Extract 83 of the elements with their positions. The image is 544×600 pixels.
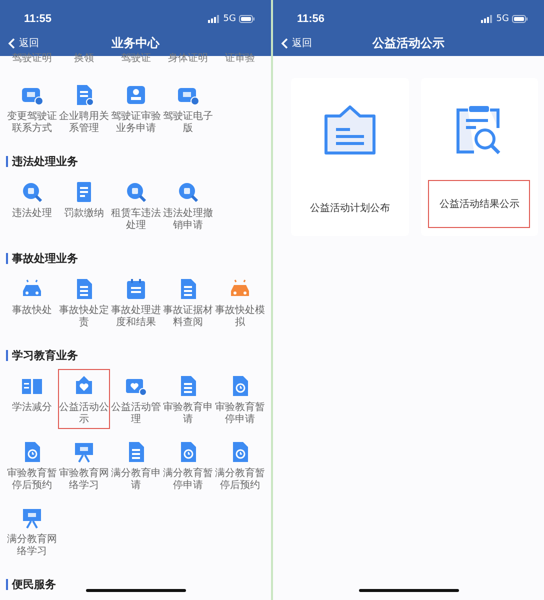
service-label: 违法处理: [11, 208, 53, 220]
notice-board-icon: [322, 104, 378, 156]
section-title: 学习教育业务: [12, 348, 78, 363]
card-label: 公益活动结果公示: [428, 180, 530, 228]
service-item[interactable]: 事故快处模拟: [214, 272, 266, 332]
screen-icon: [72, 440, 96, 464]
menu-card[interactable]: 公益活动计划公布: [291, 78, 408, 236]
back-button[interactable]: 返回: [6, 34, 41, 52]
service-item[interactable]: 违法处理撤销申请: [162, 175, 214, 235]
service-label: 公益活动管理: [111, 402, 161, 426]
search-icon: [176, 180, 200, 204]
battery-icon: [512, 15, 528, 23]
service-label: 驾驶证明: [11, 54, 53, 64]
service-label: 审验教育暂停申请: [215, 402, 265, 426]
signal-icon: [481, 15, 494, 23]
section-title: 违法处理业务: [12, 154, 78, 169]
service-label: 满分教育暂停申请: [163, 468, 213, 492]
service-item[interactable]: 满分教育申请: [110, 435, 162, 495]
service-label: 审验教育申请: [163, 402, 213, 426]
search-icon: [124, 180, 148, 204]
service-label: 驾驶证电子版: [163, 111, 213, 135]
service-item[interactable]: 驾驶证电子版: [162, 78, 214, 138]
service-label: 满分教育申请: [111, 468, 161, 492]
service-item[interactable]: 学法减分: [6, 369, 58, 429]
service-label: 学法减分: [11, 402, 53, 414]
service-label: 换领: [73, 54, 95, 64]
service-label: 企业聘用关系管理: [59, 111, 109, 135]
service-label: 驾驶证: [120, 54, 152, 64]
service-label: 公益活动公示: [59, 402, 109, 426]
service-label: 事故快处定责: [59, 305, 109, 329]
service-label: 事故快处模拟: [215, 305, 265, 329]
card-label: 公益活动计划公布: [308, 202, 391, 216]
network-label: 5G: [496, 14, 509, 24]
back-button[interactable]: 返回: [279, 34, 314, 52]
status-time: 11:56: [297, 13, 325, 25]
section-title: 事故处理业务: [12, 251, 78, 266]
service-item[interactable]: 满分教育暂停后预约: [214, 435, 266, 495]
calendar-icon: [124, 277, 148, 301]
service-label: 罚款缴纳: [63, 208, 105, 220]
service-item[interactable]: 企业聘用关系管理: [58, 78, 110, 138]
service-label: 驾驶证审验业务申请: [111, 111, 161, 135]
battery-icon: [239, 15, 255, 23]
service-label: 变更驾驶证联系方式: [7, 111, 57, 135]
service-item[interactable]: 审验教育网络学习: [58, 435, 110, 495]
service-item[interactable]: 事故快处: [6, 272, 58, 332]
status-time: 11:55: [24, 13, 52, 25]
service-label: 满分教育网络学习: [7, 534, 57, 558]
service-item[interactable]: 满分教育暂停申请: [162, 435, 214, 495]
service-item[interactable]: 公益活动公示: [58, 369, 110, 429]
service-label: 满分教育暂停后预约: [215, 468, 265, 492]
service-label: 审验教育网络学习: [59, 468, 109, 492]
service-item[interactable]: 违法处理: [6, 175, 58, 235]
menu-card[interactable]: 公益活动结果公示: [420, 78, 538, 236]
chevron-left-icon: [8, 38, 15, 48]
service-label: 违法处理撤销申请: [163, 208, 213, 232]
chevron-left-icon: [281, 38, 288, 48]
network-label: 5G: [223, 14, 236, 24]
service-item[interactable]: 事故处理进度和结果: [110, 272, 162, 332]
service-label: 证审验: [224, 54, 256, 64]
service-label: 事故处理进度和结果: [111, 305, 161, 329]
service-label: 审验教育暂停后预约: [7, 468, 57, 492]
search-icon: [20, 180, 44, 204]
screen-icon: [20, 506, 44, 530]
service-item[interactable]: 事故快处定责: [58, 272, 110, 332]
service-item[interactable]: 审验教育申请: [162, 369, 214, 429]
section-title: 便民服务: [12, 577, 56, 592]
service-label: 事故证据材料查阅: [163, 305, 213, 329]
service-item[interactable]: 审验教育暂停后预约: [6, 435, 58, 495]
service-label: 身体证明: [167, 54, 209, 64]
page-title: 公益活动公示: [372, 34, 444, 52]
service-item[interactable]: 满分教育网络学习: [6, 501, 58, 561]
service-item[interactable]: 租赁车违法处理: [110, 175, 162, 235]
service-item[interactable]: 审验教育暂停申请: [214, 369, 266, 429]
service-item[interactable]: 罚款缴纳: [58, 175, 110, 235]
service-label: 租赁车违法处理: [111, 208, 161, 232]
service-item[interactable]: 事故证据材料查阅: [162, 272, 214, 332]
service-item[interactable]: 公益活动管理: [110, 369, 162, 429]
service-item[interactable]: 驾驶证审验业务申请: [110, 78, 162, 138]
page-title: 业务中心: [112, 34, 160, 52]
stamp-icon: [124, 83, 148, 107]
service-item[interactable]: 变更驾驶证联系方式: [6, 78, 58, 138]
signal-icon: [208, 15, 220, 23]
service-label: 事故快处: [11, 305, 53, 317]
